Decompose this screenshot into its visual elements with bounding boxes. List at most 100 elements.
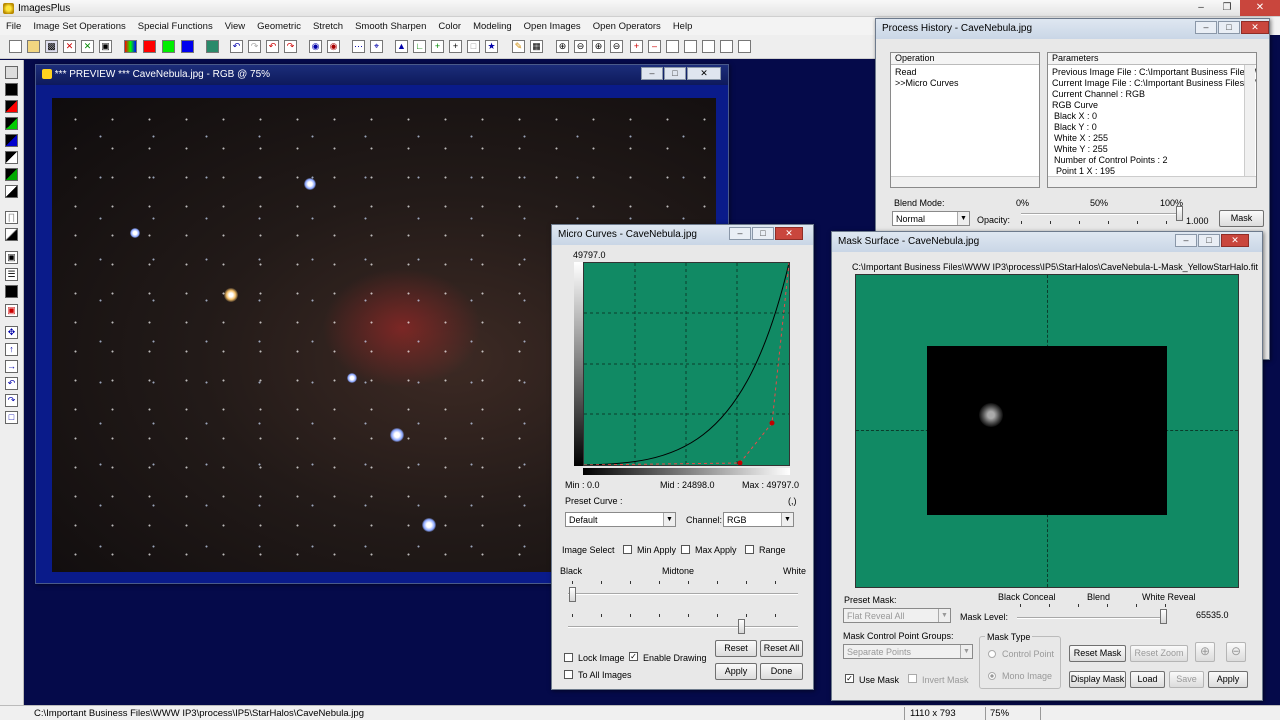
close-image-icon[interactable]: ✕ [63, 40, 76, 53]
load-button[interactable]: Load [1130, 671, 1165, 688]
undo-all-icon[interactable]: ↶ [266, 40, 279, 53]
mask-level-slider-thumb[interactable] [1160, 609, 1167, 624]
frame-side-icon[interactable]: ▣ [5, 251, 18, 264]
save-side-icon[interactable] [5, 66, 18, 79]
minimize-icon[interactable]: – [1195, 21, 1217, 34]
zoom-in-icon[interactable]: ⊕ [1195, 642, 1215, 662]
enable-drawing-checkbox[interactable]: ✓ [629, 652, 638, 661]
arrow-right-icon[interactable]: → [5, 360, 18, 373]
menu-smooth-sharpen[interactable]: Smooth Sharpen [349, 21, 432, 32]
layer-mask-icon[interactable] [5, 185, 18, 198]
curve-graph[interactable] [583, 262, 790, 466]
green-channel-icon[interactable] [162, 40, 175, 53]
menu-color[interactable]: Color [432, 21, 467, 32]
apply-button[interactable]: Apply [1208, 671, 1248, 688]
target-icon[interactable]: ◉ [309, 40, 322, 53]
crosshair-icon[interactable]: + [449, 40, 462, 53]
invert-mask-checkbox[interactable] [908, 674, 917, 683]
add-point-icon[interactable]: + [630, 40, 643, 53]
layer-green-icon[interactable] [5, 168, 18, 181]
minimize-icon[interactable]: – [1175, 234, 1197, 247]
flip-icon[interactable]: □ [5, 411, 18, 424]
maximize-icon[interactable]: □ [752, 227, 774, 240]
save-icon[interactable]: ▩ [45, 40, 58, 53]
rotate-right-icon[interactable]: ↷ [5, 394, 18, 407]
to-all-images-checkbox[interactable] [564, 670, 573, 679]
reset-all-button[interactable]: Reset All [760, 640, 803, 657]
rgb-channels-icon[interactable] [124, 40, 137, 53]
parameters-header[interactable]: Parameters [1048, 53, 1256, 65]
bar-icon[interactable] [5, 285, 18, 298]
open-folder-icon[interactable] [27, 40, 40, 53]
mask-level-slider-track[interactable] [1017, 617, 1167, 619]
preset-mask-select[interactable]: Flat Reveal All ▼ [843, 608, 951, 623]
new-file-icon[interactable] [9, 40, 22, 53]
redo-icon[interactable]: ↷ [248, 40, 261, 53]
zoom-in-icon[interactable]: ⊕ [556, 40, 569, 53]
lum-layer-icon[interactable] [5, 151, 18, 164]
midtone-slider-track[interactable] [568, 626, 798, 628]
undo-icon[interactable]: ↶ [230, 40, 243, 53]
frame-icon[interactable]: □ [467, 40, 480, 53]
minimize-icon[interactable]: – [1188, 0, 1214, 16]
preset-curve-select[interactable]: Default ▼ [565, 512, 676, 527]
target-red-icon[interactable]: ◉ [327, 40, 340, 53]
menu-open-images[interactable]: Open Images [518, 21, 587, 32]
opacity-slider-thumb[interactable] [1176, 206, 1183, 221]
mask-button[interactable]: Mask [1219, 210, 1264, 227]
menu-modeling[interactable]: Modeling [467, 21, 518, 32]
apply-button[interactable]: Apply [715, 663, 757, 680]
maximize-icon[interactable]: ❐ [1214, 0, 1240, 16]
window-2-icon[interactable] [684, 40, 697, 53]
black-icon[interactable] [5, 83, 18, 96]
zoom-out-icon[interactable]: ⊖ [574, 40, 587, 53]
mono-image-radio[interactable] [988, 672, 996, 680]
brush-icon[interactable]: ∏ [5, 211, 18, 224]
menu-file[interactable]: File [0, 21, 27, 32]
blue-channel-icon[interactable] [181, 40, 194, 53]
zoom-100-icon[interactable]: ⊖ [610, 40, 623, 53]
window-1-icon[interactable] [666, 40, 679, 53]
done-button[interactable]: Done [760, 663, 803, 680]
mask-groups-select[interactable]: Separate Points ▼ [843, 644, 973, 659]
menu-help[interactable]: Help [667, 21, 699, 32]
menu-geometric[interactable]: Geometric [251, 21, 307, 32]
zoom-fit-icon[interactable]: ⊕ [592, 40, 605, 53]
save-button[interactable]: Save [1169, 671, 1204, 688]
reset-zoom-button[interactable]: Reset Zoom [1130, 645, 1188, 662]
maximize-icon[interactable]: □ [1198, 234, 1220, 247]
rotate-left-icon[interactable]: ↶ [5, 377, 18, 390]
reset-mask-button[interactable]: Reset Mask [1069, 645, 1126, 662]
opacity-slider-track[interactable] [1021, 213, 1181, 215]
control-point-radio[interactable] [988, 650, 996, 658]
green-layer-icon[interactable] [5, 117, 18, 130]
window-4-icon[interactable] [720, 40, 733, 53]
operation-list[interactable]: Operation Read >>Micro Curves [890, 52, 1040, 188]
midtone-slider-thumb[interactable] [738, 619, 745, 634]
menu-image-set-operations[interactable]: Image Set Operations [27, 21, 131, 32]
gradient-icon[interactable] [5, 228, 18, 241]
dots-icon[interactable]: ⋯ [352, 40, 365, 53]
operation-header[interactable]: Operation [891, 53, 1039, 65]
close-all-icon[interactable]: ✕ [81, 40, 94, 53]
crop-icon[interactable]: ⌖ [370, 40, 383, 53]
close-icon[interactable]: ✕ [1240, 0, 1280, 16]
table-icon[interactable]: ▦ [530, 40, 543, 53]
window-5-icon[interactable] [738, 40, 751, 53]
pencil-icon[interactable]: ✎ [512, 40, 525, 53]
operation-item[interactable]: Read [895, 67, 917, 77]
blend-mode-select[interactable]: Normal ▼ [892, 211, 970, 226]
range-checkbox[interactable] [745, 545, 754, 554]
minimize-icon[interactable]: – [641, 67, 663, 80]
levels-icon[interactable]: ∟ [413, 40, 426, 53]
red-channel-icon[interactable] [143, 40, 156, 53]
mask-surface[interactable] [855, 274, 1239, 588]
black-slider-track[interactable] [568, 593, 798, 595]
menu-special-functions[interactable]: Special Functions [132, 21, 219, 32]
maximize-icon[interactable]: □ [664, 67, 686, 80]
arrow-up-icon[interactable]: ↑ [5, 343, 18, 356]
move-icon[interactable]: ✥ [5, 326, 18, 339]
blue-layer-icon[interactable] [5, 134, 18, 147]
black-slider-thumb[interactable] [569, 587, 576, 602]
bars-icon[interactable]: ☰ [5, 268, 18, 281]
